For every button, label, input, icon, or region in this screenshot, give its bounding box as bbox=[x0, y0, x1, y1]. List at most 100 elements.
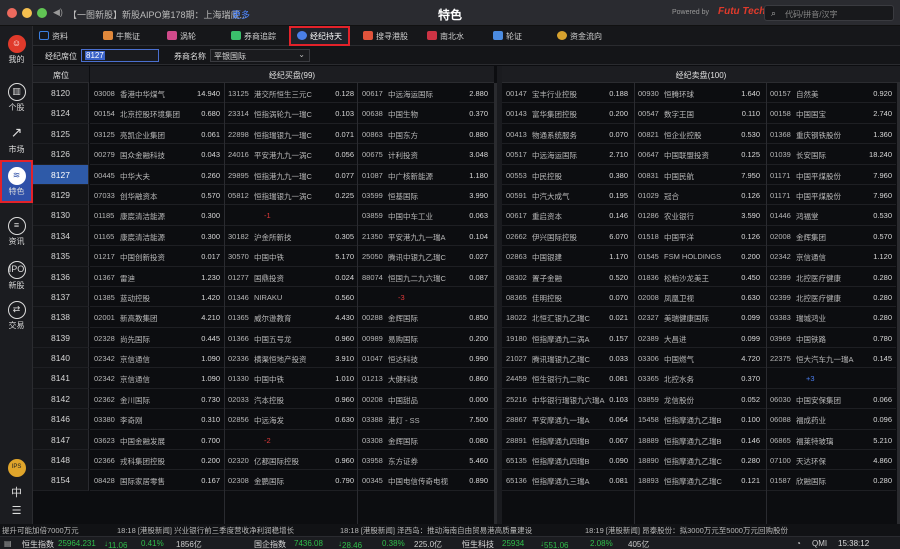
news-ticker[interactable]: 提升可能加倍7000万元 18:18 [港股新闻] 兴业银行前三季度营收净利润稳… bbox=[0, 524, 900, 536]
stock-cell[interactable]: 00158 中国国宝 2.740 bbox=[766, 103, 896, 123]
stock-cell[interactable]: 01346 NIRAKU 0.560 bbox=[224, 287, 358, 307]
stock-cell[interactable]: 08365 佳明控股 0.070 bbox=[502, 287, 632, 307]
stock-cell[interactable]: 03308 金辉国际 0.080 bbox=[358, 430, 492, 450]
stock-cell[interactable]: 88074 恒国九二九六瑞C 0.087 bbox=[358, 267, 492, 287]
stock-cell[interactable]: 02342 京信通信 1.120 bbox=[766, 246, 896, 266]
seat-cell[interactable]: 8124 bbox=[33, 103, 89, 124]
more-count[interactable]: -1 bbox=[264, 211, 271, 220]
stock-cell[interactable]: -1 bbox=[224, 205, 358, 225]
stock-cell[interactable]: 02389 大昌进 0.099 bbox=[634, 328, 764, 348]
stock-cell[interactable]: 00647 中国联盟投资 0.125 bbox=[634, 144, 764, 164]
stock-cell[interactable]: 03383 瑞城鸿业 0.280 bbox=[766, 307, 896, 327]
hsi-label[interactable]: 恒生指数 bbox=[22, 539, 54, 549]
search-input[interactable]: ⌕ 代码/拼音/汉字 bbox=[764, 5, 894, 21]
more-count[interactable]: -2 bbox=[264, 436, 271, 445]
stock-cell[interactable]: 01039 长安国际 18.240 bbox=[766, 144, 896, 164]
stock-cell[interactable]: 03969 中国铁路 0.780 bbox=[766, 328, 896, 348]
stock-cell[interactable]: 02662 伊兴国际控股 6.070 bbox=[502, 226, 632, 246]
sidebar-item-mine[interactable]: ☺ 我的 bbox=[0, 30, 33, 68]
stock-cell[interactable]: 07033 创华融资本 0.570 bbox=[90, 185, 224, 205]
stock-cell[interactable]: 08302 置子金融 0.520 bbox=[502, 267, 632, 287]
ticker-item[interactable]: 18:19 [港股新闻] 昂泰股份：拟3000万元至5000万元回购股份 bbox=[585, 525, 788, 536]
tab-north-south[interactable]: 南北水 bbox=[427, 28, 464, 44]
stock-cell[interactable]: 21350 平安港九九一瑞A 0.104 bbox=[358, 226, 492, 246]
ticker-item[interactable]: 提升可能加倍7000万元 bbox=[2, 525, 79, 536]
stock-cell[interactable]: 03623 中国金融发展 0.700 bbox=[90, 430, 224, 450]
stock-cell[interactable]: 00821 恒企业控股 0.530 bbox=[634, 124, 764, 144]
stock-cell[interactable]: 05812 恒指瑞银九一涡C 0.225 bbox=[224, 185, 358, 205]
seat-cell[interactable]: 8141 bbox=[33, 368, 89, 389]
sidebar-ips[interactable]: IPS bbox=[0, 458, 33, 478]
stock-cell[interactable]: 24459 恒生银行九二购C 0.081 bbox=[502, 368, 632, 388]
seat-cell[interactable]: 8129 bbox=[33, 184, 89, 206]
tab-broker-holdings[interactable]: 经纪持天 bbox=[289, 26, 350, 46]
stock-cell[interactable]: 23314 恒指涡轮九一瑞C 0.103 bbox=[224, 103, 358, 123]
stock-cell[interactable]: 22898 恒指瑞银九一瑞C 0.071 bbox=[224, 124, 358, 144]
stock-cell[interactable]: 02308 金鹏国际 0.790 bbox=[224, 470, 358, 490]
stock-cell[interactable]: 02001 新高教集团 4.210 bbox=[90, 307, 224, 327]
stock-cell[interactable]: 02856 中远海发 0.630 bbox=[224, 409, 358, 429]
tab-search-hk[interactable]: 搜寻港股 bbox=[363, 28, 408, 44]
seat-cell[interactable]: 8134 bbox=[33, 225, 89, 247]
stock-cell[interactable]: 65135 恒指摩通九四瑞B 0.090 bbox=[502, 450, 632, 470]
stock-cell[interactable]: 19180 恒指摩通九二涡A 0.157 bbox=[502, 328, 632, 348]
stock-cell[interactable]: 01185 康宸清洁能源 0.300 bbox=[90, 205, 224, 225]
stock-cell[interactable]: 02008 凤凰卫视 0.630 bbox=[634, 287, 764, 307]
stock-cell[interactable]: 01367 雷迪 1.230 bbox=[90, 267, 224, 287]
stock-cell[interactable]: 03388 港灯 - SS 7.500 bbox=[358, 409, 492, 429]
seat-cell[interactable]: 8139 bbox=[33, 327, 89, 349]
hscei-label[interactable]: 国企指数 bbox=[254, 539, 286, 549]
stock-cell[interactable]: 01165 康宸清洁能源 0.300 bbox=[90, 226, 224, 246]
stock-cell[interactable]: 06865 福莱特玻璃 5.210 bbox=[766, 430, 896, 450]
stock-cell[interactable]: 01366 中国五号龙 0.960 bbox=[224, 328, 358, 348]
stock-cell[interactable]: 02342 京信通信 1.090 bbox=[90, 368, 224, 388]
stock-cell[interactable]: 18890 恒指摩通九乙瑞C 0.280 bbox=[634, 450, 764, 470]
stock-cell[interactable]: 01446 鸿福堂 0.530 bbox=[766, 205, 896, 225]
stock-cell[interactable]: 03365 北控水务 0.370 bbox=[634, 368, 764, 388]
stock-cell[interactable]: 07100 天达环保 4.860 bbox=[766, 450, 896, 470]
stock-cell[interactable]: 00147 宝丰行业控股 0.188 bbox=[502, 83, 632, 103]
stock-cell[interactable]: 02320 亿都国际控股 0.960 bbox=[224, 450, 358, 470]
seat-cell[interactable]: 8130 bbox=[33, 205, 89, 226]
ticker-item[interactable]: 18:18 [港股新闻] 兴业银行前三季度营收净利润稳增长 bbox=[117, 525, 294, 536]
stock-cell[interactable]: 00831 中国民航 7.950 bbox=[634, 165, 764, 185]
news-more-link[interactable]: 更多 bbox=[232, 8, 250, 21]
stock-cell[interactable]: 00989 易购国际 0.200 bbox=[358, 328, 492, 348]
more-count[interactable]: -3 bbox=[398, 293, 405, 302]
stock-cell[interactable]: 30182 沪金所新技 0.305 bbox=[224, 226, 358, 246]
stock-cell[interactable]: 02399 北控医疗健康 0.280 bbox=[766, 287, 896, 307]
stock-cell[interactable]: 13125 港交所恒生三元C 0.128 bbox=[224, 83, 358, 103]
tab-profile[interactable]: 资料 bbox=[39, 28, 68, 44]
stock-cell[interactable]: 02399 北控医疗健康 0.280 bbox=[766, 267, 896, 287]
seat-cell[interactable]: 8125 bbox=[33, 123, 89, 145]
stock-cell[interactable]: 29895 恒指港九九一瑞C 0.077 bbox=[224, 165, 358, 185]
stock-cell[interactable]: 25216 中华银行瑞银九六瑞A 0.103 bbox=[502, 389, 632, 409]
stock-cell[interactable]: 28867 平安摩通九一瑞A 0.064 bbox=[502, 409, 632, 429]
stock-cell[interactable]: 02362 金川国际 0.730 bbox=[90, 389, 224, 409]
stock-cell[interactable]: 00547 数字王国 0.110 bbox=[634, 103, 764, 123]
stock-cell[interactable]: 00445 中华大夫 0.260 bbox=[90, 165, 224, 185]
stock-cell[interactable]: 00863 中国东方 0.880 bbox=[358, 124, 492, 144]
seat-cell[interactable]: 8126 bbox=[33, 144, 89, 165]
seat-cell[interactable]: 8138 bbox=[33, 307, 89, 328]
stock-cell[interactable]: 02863 中国银建 1.170 bbox=[502, 246, 632, 266]
stock-cell[interactable]: 00413 物通系统服务 0.070 bbox=[502, 124, 632, 144]
stock-cell[interactable]: 03380 李奇刚 0.310 bbox=[90, 409, 224, 429]
seat-cell[interactable]: 8136 bbox=[33, 266, 89, 287]
sidebar-language[interactable]: 中 bbox=[0, 482, 33, 500]
seat-cell[interactable]: 8146 bbox=[33, 409, 89, 430]
tab-warrants[interactable]: 涡轮 bbox=[167, 28, 196, 44]
stock-cell[interactable]: 00288 金辉国际 0.850 bbox=[358, 307, 492, 327]
stock-cell[interactable]: 28891 恒指摩通九四瑞B 0.067 bbox=[502, 430, 632, 450]
seat-cell[interactable]: 8142 bbox=[33, 388, 89, 410]
stock-cell[interactable]: +3 bbox=[766, 368, 896, 388]
stock-cell[interactable]: 03859 中国中车工业 0.063 bbox=[358, 205, 492, 225]
sidebar-item-news[interactable]: ≡ 资讯 bbox=[0, 212, 33, 250]
stock-cell[interactable]: 01330 中国中铁 1.010 bbox=[224, 368, 358, 388]
sidebar-item-feature[interactable]: ≋ 特色 bbox=[0, 160, 33, 203]
stock-cell[interactable]: 00617 重启资本 0.146 bbox=[502, 205, 632, 225]
stock-cell[interactable]: 01385 蓝动控股 1.420 bbox=[90, 287, 224, 307]
stock-cell[interactable]: 00930 恒腾环球 1.640 bbox=[634, 83, 764, 103]
stock-cell[interactable]: 15458 恒指摩通九乙瑞B 0.100 bbox=[634, 409, 764, 429]
stock-cell[interactable]: 02342 京信通信 1.090 bbox=[90, 348, 224, 368]
